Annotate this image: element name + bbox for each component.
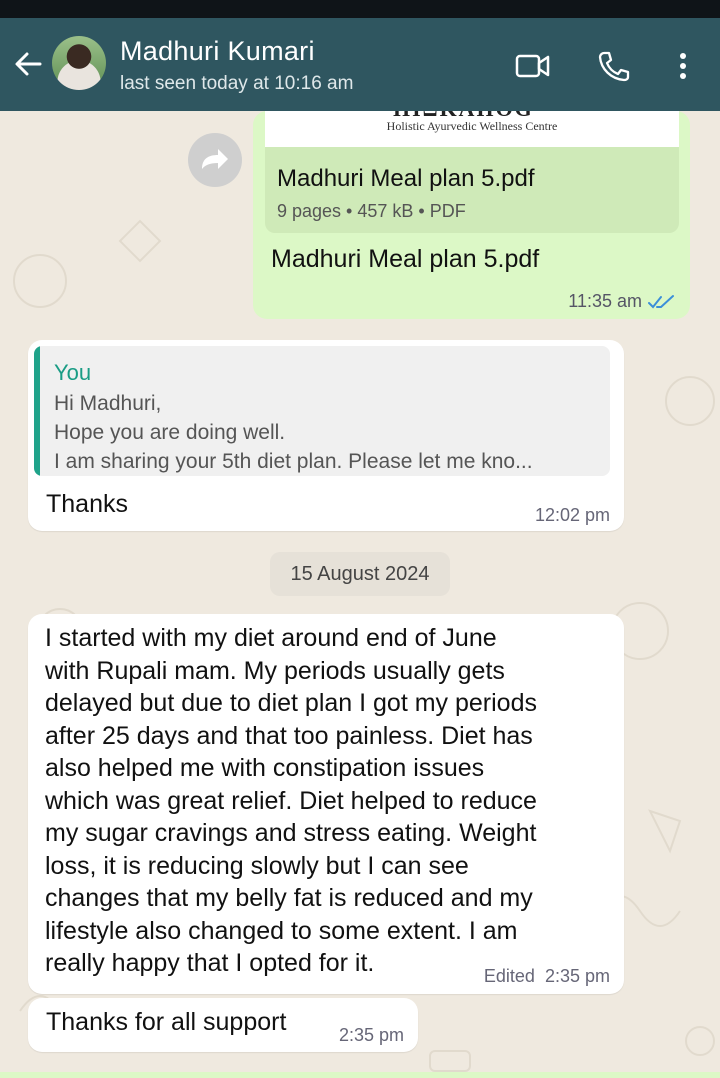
pdf-file-name: Madhuri Meal plan 5.pdf <box>277 165 535 192</box>
message-line: lifestyle also changed to some extent. I… <box>45 916 518 945</box>
video-call-icon[interactable] <box>515 50 551 82</box>
message-line: delayed but due to diet plan I got my pe… <box>45 689 537 717</box>
message-line: which was great relief. Diet helped to r… <box>45 786 537 815</box>
quote-author: You <box>54 360 92 385</box>
forward-icon <box>202 149 228 169</box>
more-options-icon[interactable] <box>665 50 701 82</box>
next-message-edge <box>0 1072 720 1078</box>
chat-header: Madhuri Kumari last seen today at 10:16 … <box>0 18 720 111</box>
last-seen-status: last seen today at 10:16 am <box>120 73 354 94</box>
status-bar <box>0 0 720 18</box>
chat-area[interactable]: ΠΙΞΚΛΠΟG Holistic Ayurvedic Wellness Cen… <box>0 111 720 1078</box>
quote-line: Hope you are doing well. <box>54 421 286 444</box>
pdf-attachment[interactable]: Madhuri Meal plan 5.pdf 9 pages • 457 kB… <box>265 147 679 233</box>
back-arrow-icon[interactable] <box>12 48 44 80</box>
message-time: 11:35 am <box>568 291 676 312</box>
phone-icon[interactable] <box>596 50 632 82</box>
pdf-file-meta: 9 pages • 457 kB • PDF <box>277 201 466 221</box>
forward-button[interactable] <box>188 133 242 187</box>
message-line: my sugar cravings and stress eating. Wei… <box>45 819 537 847</box>
incoming-long-message[interactable]: I started with my diet around end of Jun… <box>28 614 624 994</box>
incoming-reply-message[interactable]: You Hi Madhuri, Hope you are doing well.… <box>28 340 624 531</box>
message-text: Thanks for all support <box>46 1008 287 1036</box>
avatar[interactable] <box>52 36 106 90</box>
pdf-thumbnail[interactable]: ΠΙΞΚΛΠΟG Holistic Ayurvedic Wellness Cen… <box>265 111 679 147</box>
message-line: changes that my belly fat is reduced and… <box>45 884 533 912</box>
message-line: also helped me with constipation issues <box>45 754 485 782</box>
pdf-logo-fragment: ΠΙΞΚΛΠΟG <box>393 111 569 120</box>
quote-line: Hi Madhuri, <box>54 392 162 415</box>
incoming-short-message[interactable]: Thanks for all support 2:35 pm <box>28 998 418 1052</box>
message-line: I started with my diet around end of Jun… <box>45 624 497 652</box>
outgoing-pdf-message[interactable]: ΠΙΞΚΛΠΟG Holistic Ayurvedic Wellness Cen… <box>253 111 690 319</box>
quoted-message[interactable]: You Hi Madhuri, Hope you are doing well.… <box>34 346 610 476</box>
message-body: I started with my diet around end of Jun… <box>45 622 620 980</box>
message-text: Thanks <box>46 490 128 518</box>
message-line: with Rupali mam. My periods usually gets <box>45 656 505 685</box>
quote-line: I am sharing your 5th diet plan. Please … <box>54 450 533 473</box>
message-time: Edited 2:35 pm <box>483 966 610 986</box>
message-time: 2:35 pm <box>338 1025 404 1045</box>
message-caption: Madhuri Meal plan 5.pdf <box>271 245 540 273</box>
date-separator: 15 August 2024 <box>270 552 450 596</box>
message-line: loss, it is reducing slowly but I can se… <box>45 851 469 880</box>
message-time: 12:02 pm <box>534 505 610 525</box>
message-line: after 25 days and that too painless. Die… <box>45 721 533 750</box>
message-time-label: 11:35 am <box>568 291 642 311</box>
quote-accent-bar <box>34 346 40 476</box>
pdf-thumb-subtitle: Holistic Ayurvedic Wellness Centre <box>386 119 558 133</box>
contact-name[interactable]: Madhuri Kumari <box>120 36 315 67</box>
double-check-icon <box>648 294 674 308</box>
